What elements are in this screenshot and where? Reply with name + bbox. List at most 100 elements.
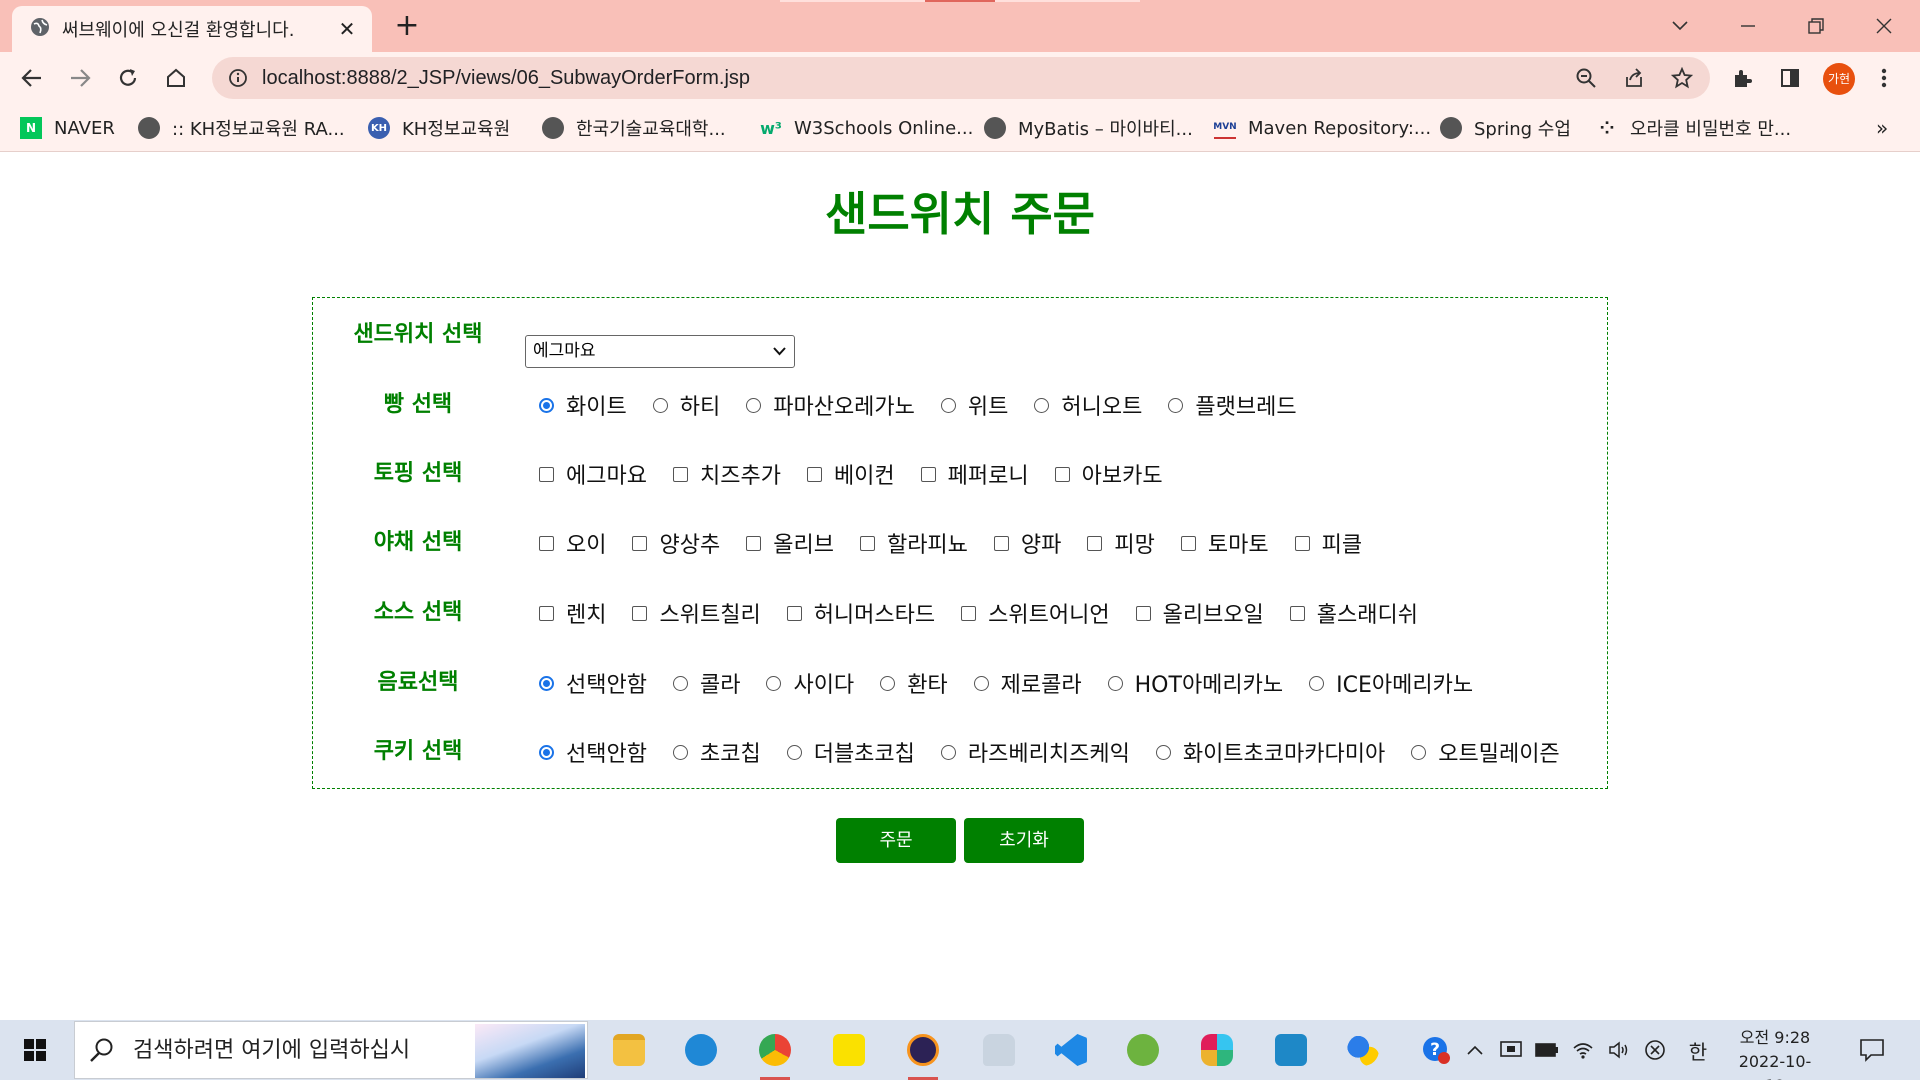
bread-option[interactable]: 플랫브레드 [1156, 389, 1297, 421]
bread-option[interactable]: 하티 [641, 389, 720, 421]
vegetable-option[interactable]: 피망 [1075, 527, 1155, 559]
vegetable-option[interactable]: 양파 [982, 527, 1061, 559]
drink-option[interactable]: 제로콜라 [962, 667, 1082, 699]
checkbox[interactable] [1087, 535, 1103, 551]
checkbox[interactable] [993, 535, 1009, 551]
sauce-option[interactable]: 홀스래디쉬 [1278, 597, 1418, 629]
help-icon[interactable]: ? [1416, 1034, 1456, 1066]
tray-overflow-icon[interactable] [1460, 1034, 1490, 1066]
radio-checked[interactable] [539, 744, 554, 760]
checkbox[interactable] [1135, 605, 1151, 621]
windows-start-icon[interactable] [12, 1028, 58, 1072]
eclipse-icon[interactable] [900, 1028, 946, 1080]
bookmark-koreatech[interactable]: 한국기술교육대학... [542, 114, 726, 142]
display-icon[interactable] [1496, 1034, 1526, 1066]
site-info-icon[interactable] [222, 62, 254, 94]
sauce-option[interactable]: 스위트어니언 [949, 597, 1110, 629]
close-window-icon[interactable] [1864, 8, 1904, 44]
order-button[interactable]: 주문 [836, 818, 956, 863]
topping-option[interactable]: 에그마요 [527, 458, 647, 490]
drink-option[interactable]: ICE아메리카노 [1297, 667, 1473, 699]
reset-button[interactable]: 초기화 [964, 818, 1084, 863]
radio-button[interactable] [786, 744, 802, 760]
chat-app-icon[interactable] [1340, 1028, 1386, 1072]
sauce-option[interactable]: 올리브오일 [1124, 597, 1264, 629]
radio-button[interactable] [973, 675, 989, 691]
notification-icon[interactable] [1854, 1034, 1890, 1066]
bookmark-kh-ra[interactable]: :: KH정보교육원 RA... [138, 114, 345, 142]
bookmark-oracle[interactable]: ⁘ 오라클 비밀번호 만... [1596, 114, 1791, 142]
checkbox[interactable] [632, 535, 648, 551]
bookmark-mybatis[interactable]: MyBatis – 마이바티... [984, 114, 1193, 142]
vegetable-option[interactable]: 할라피뇨 [848, 527, 968, 559]
spring-tool-icon[interactable] [1120, 1028, 1166, 1072]
back-icon[interactable] [16, 62, 48, 94]
checkbox[interactable] [539, 535, 554, 551]
side-panel-icon[interactable] [1774, 62, 1806, 94]
sauce-option[interactable]: 스위트칠리 [620, 597, 761, 629]
slack-icon[interactable] [1194, 1028, 1240, 1072]
file-explorer-icon[interactable] [606, 1028, 652, 1072]
checkbox[interactable] [1289, 605, 1305, 621]
bookmark-maven[interactable]: MVN Maven Repository:... [1213, 114, 1431, 142]
vegetable-option[interactable]: 오이 [527, 527, 606, 559]
bookmark-naver[interactable]: N NAVER [20, 114, 115, 142]
radio-button[interactable] [672, 675, 688, 691]
checkbox[interactable] [1054, 466, 1070, 482]
checkbox[interactable] [1180, 535, 1196, 551]
radio-button[interactable] [880, 675, 896, 691]
taskbar-clock[interactable]: 오전 9:28 2022-10-12 [1730, 1026, 1820, 1080]
cookie-option[interactable]: 오트밀레이즌 [1399, 736, 1560, 768]
vscode-icon[interactable] [1048, 1028, 1094, 1072]
topping-option[interactable]: 베이컨 [795, 458, 895, 490]
vegetable-option[interactable]: 토마토 [1169, 527, 1269, 559]
blocked-icon[interactable] [1640, 1034, 1670, 1066]
cookie-option[interactable]: 화이트초코마카다미아 [1144, 736, 1385, 768]
taskbar-search-box[interactable]: 검색하려면 여기에 입력하십시 [74, 1021, 588, 1079]
restore-icon[interactable] [1796, 8, 1836, 44]
topping-option[interactable]: 아보카도 [1043, 458, 1163, 490]
radio-button[interactable] [1309, 675, 1325, 691]
cookie-option[interactable]: 라즈베리치즈케익 [929, 736, 1130, 768]
address-bar[interactable]: localhost:8888/2_JSP/views/06_SubwayOrde… [212, 57, 1710, 99]
drink-option[interactable]: 콜라 [661, 667, 740, 699]
vegetable-option[interactable]: 올리브 [734, 527, 834, 559]
drink-option[interactable]: 사이다 [754, 667, 854, 699]
browser-menu-icon[interactable] [1868, 62, 1900, 94]
battery-icon[interactable] [1532, 1034, 1562, 1066]
bread-option[interactable]: 허니오트 [1022, 389, 1142, 421]
minimize-icon[interactable] [1728, 8, 1768, 44]
checkbox[interactable] [920, 466, 936, 482]
checkbox[interactable] [539, 605, 554, 621]
bread-option[interactable]: 화이트 [527, 389, 627, 421]
zoom-icon[interactable] [1570, 62, 1602, 94]
browser-tab[interactable]: 써브웨이에 오신걸 환영합니다. ✕ [12, 6, 372, 52]
checkbox[interactable] [672, 466, 688, 482]
radio-button[interactable] [940, 397, 956, 413]
bread-option[interactable]: 위트 [929, 389, 1008, 421]
reload-icon[interactable] [112, 62, 144, 94]
drink-option[interactable]: 환타 [868, 667, 948, 699]
tab-search-icon[interactable] [1660, 8, 1700, 44]
wifi-icon[interactable] [1568, 1034, 1598, 1066]
share-icon[interactable] [1618, 62, 1650, 94]
radio-button[interactable] [1168, 397, 1184, 413]
database-icon[interactable] [976, 1028, 1022, 1072]
radio-checked[interactable] [539, 397, 554, 413]
topping-option[interactable]: 페퍼로니 [909, 458, 1029, 490]
bookmark-kh[interactable]: KH KH정보교육원 [368, 114, 510, 142]
more-bookmarks-button[interactable]: » [1876, 114, 1888, 142]
cookie-option[interactable]: 초코칩 [661, 736, 761, 768]
checkbox[interactable] [632, 605, 648, 621]
radio-button[interactable] [1107, 675, 1123, 691]
tab-close-icon[interactable]: ✕ [336, 18, 358, 40]
forward-icon[interactable] [64, 62, 96, 94]
checkbox[interactable] [539, 466, 554, 482]
edge-icon[interactable] [678, 1028, 724, 1072]
radio-button[interactable] [766, 675, 782, 691]
bookmark-w3schools[interactable]: w³ W3Schools Online... [760, 114, 973, 142]
checkbox[interactable] [961, 605, 977, 621]
radio-button[interactable] [1155, 744, 1171, 760]
chrome-icon[interactable] [752, 1028, 798, 1080]
sauce-option[interactable]: 렌치 [527, 597, 606, 629]
